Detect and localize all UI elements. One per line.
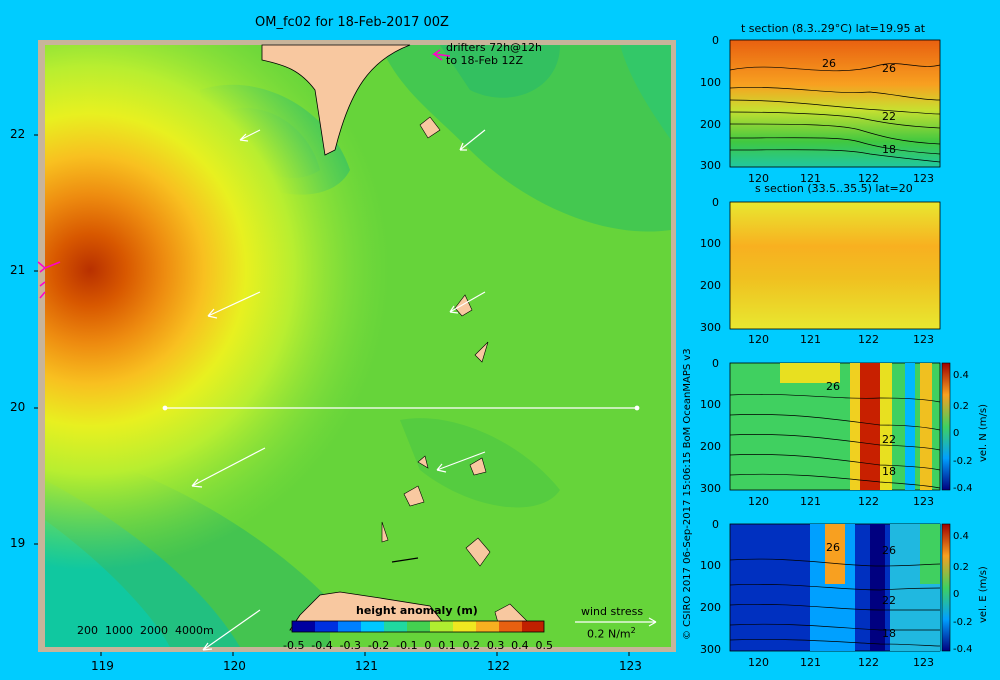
t-section-title: t section (8.3..29°C) lat=19.95 at — [741, 22, 926, 35]
n-y-tick: 200 — [700, 440, 721, 453]
e-y-tick: 0 — [712, 518, 719, 531]
e-x-tick: 122 — [858, 656, 879, 669]
contour-label: 22 — [882, 433, 896, 446]
contour-label: 26 — [882, 544, 896, 557]
s-x-tick: 121 — [800, 333, 821, 346]
n-y-tick: 0 — [712, 357, 719, 370]
ve-cbar-title: vel. E (m/s) — [978, 566, 989, 623]
ve-cbar-label: 0.2 — [953, 562, 969, 573]
vn-cbar-label: 0 — [953, 428, 960, 439]
e-y-tick: 100 — [700, 559, 721, 572]
ve-cbar-label: 0.4 — [953, 531, 969, 542]
ve-cbar-label: 0 — [953, 589, 960, 600]
t-x-tick: 121 — [800, 172, 821, 185]
e-x-tick: 120 — [748, 656, 769, 669]
vn-cbar-label: 0.4 — [953, 370, 969, 381]
t-x-tick: 123 — [913, 172, 934, 185]
contour-label: 18 — [882, 465, 896, 478]
contour-label: 22 — [882, 110, 896, 123]
t-x-tick: 122 — [858, 172, 879, 185]
contour-label: 26 — [826, 380, 840, 393]
t-x-tick: 120 — [748, 172, 769, 185]
e-x-tick: 121 — [800, 656, 821, 669]
ve-cbar-label: -0.2 — [953, 617, 973, 628]
s-y-tick: 100 — [700, 237, 721, 250]
n-y-tick: 100 — [700, 398, 721, 411]
contour-label: 18 — [882, 143, 896, 156]
s-y-tick: 0 — [712, 196, 719, 209]
contour-label: 26 — [826, 541, 840, 554]
section-panels — [729, 39, 951, 652]
ve-cbar-label: -0.4 — [953, 644, 973, 655]
t-y-tick: 300 — [700, 159, 721, 172]
s-x-tick: 120 — [748, 333, 769, 346]
vn-cbar-label: -0.2 — [953, 456, 973, 467]
s-x-tick: 122 — [858, 333, 879, 346]
vn-cbar-label: -0.4 — [953, 483, 973, 494]
s-y-tick: 300 — [700, 321, 721, 334]
n-x-tick: 123 — [913, 495, 934, 508]
e-y-tick: 300 — [700, 643, 721, 656]
t-y-tick: 200 — [700, 118, 721, 131]
contour-label: 26 — [882, 62, 896, 75]
contour-label: 18 — [882, 627, 896, 640]
s-x-tick: 123 — [913, 333, 934, 346]
t-y-tick: 100 — [700, 76, 721, 89]
s-y-tick: 200 — [700, 279, 721, 292]
n-x-tick: 120 — [748, 495, 769, 508]
contour-label: 26 — [822, 57, 836, 70]
s-section-title: s section (33.5..35.5) lat=20 — [755, 182, 913, 195]
contour-label: 22 — [882, 594, 896, 607]
e-y-tick: 200 — [700, 601, 721, 614]
n-x-tick: 121 — [800, 495, 821, 508]
vn-cbar-label: 0.2 — [953, 401, 969, 412]
n-y-tick: 300 — [700, 482, 721, 495]
vn-cbar-title: vel. N (m/s) — [978, 404, 989, 462]
n-x-tick: 122 — [858, 495, 879, 508]
e-x-tick: 123 — [913, 656, 934, 669]
t-y-tick: 0 — [712, 34, 719, 47]
